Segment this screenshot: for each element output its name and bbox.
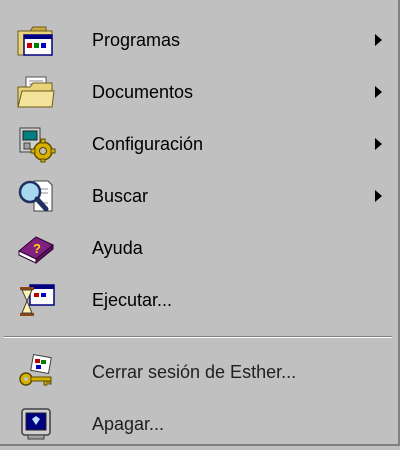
menu-item-label: Ejecutar...: [92, 290, 173, 310]
search-magnifier-icon: [16, 177, 56, 215]
shutdown-computer-icon: [16, 405, 56, 443]
menu-item-configuracion[interactable]: Configuración: [0, 118, 396, 170]
submenu-arrow-icon: [375, 86, 382, 98]
menu-item-apagar[interactable]: Apagar...: [0, 398, 396, 450]
menu-separator: [4, 336, 392, 338]
menu-item-label: Ayuda: [92, 238, 143, 258]
help-book-icon: ?: [16, 229, 56, 267]
menu-item-ejecutar[interactable]: Ejecutar...: [0, 274, 396, 326]
menu-item-buscar[interactable]: Buscar: [0, 170, 396, 222]
menu-item-label: Documentos: [92, 82, 194, 102]
programs-folder-icon: [16, 21, 56, 59]
submenu-arrow-icon: [375, 138, 382, 150]
settings-gear-icon: [16, 125, 56, 163]
menu-item-label: Buscar: [92, 186, 149, 206]
start-menu: Programas Documentos Configuración Busca…: [0, 0, 400, 446]
menu-item-ayuda[interactable]: ? Ayuda: [0, 222, 396, 274]
documents-folder-icon: [16, 73, 56, 111]
svg-text:?: ?: [33, 241, 41, 256]
menu-item-label: Cerrar sesión de Esther...: [92, 362, 297, 382]
menu-item-label: Programas: [92, 30, 181, 50]
submenu-arrow-icon: [375, 190, 382, 202]
menu-item-cerrar-sesion[interactable]: Cerrar sesión de Esther...: [0, 346, 396, 398]
menu-item-label: Configuración: [92, 134, 204, 154]
run-hourglass-icon: [16, 281, 56, 319]
menu-item-label: Apagar...: [92, 414, 165, 434]
menu-item-programas[interactable]: Programas: [0, 14, 396, 66]
menu-item-documentos[interactable]: Documentos: [0, 66, 396, 118]
logoff-key-icon: [16, 353, 56, 391]
submenu-arrow-icon: [375, 34, 382, 46]
